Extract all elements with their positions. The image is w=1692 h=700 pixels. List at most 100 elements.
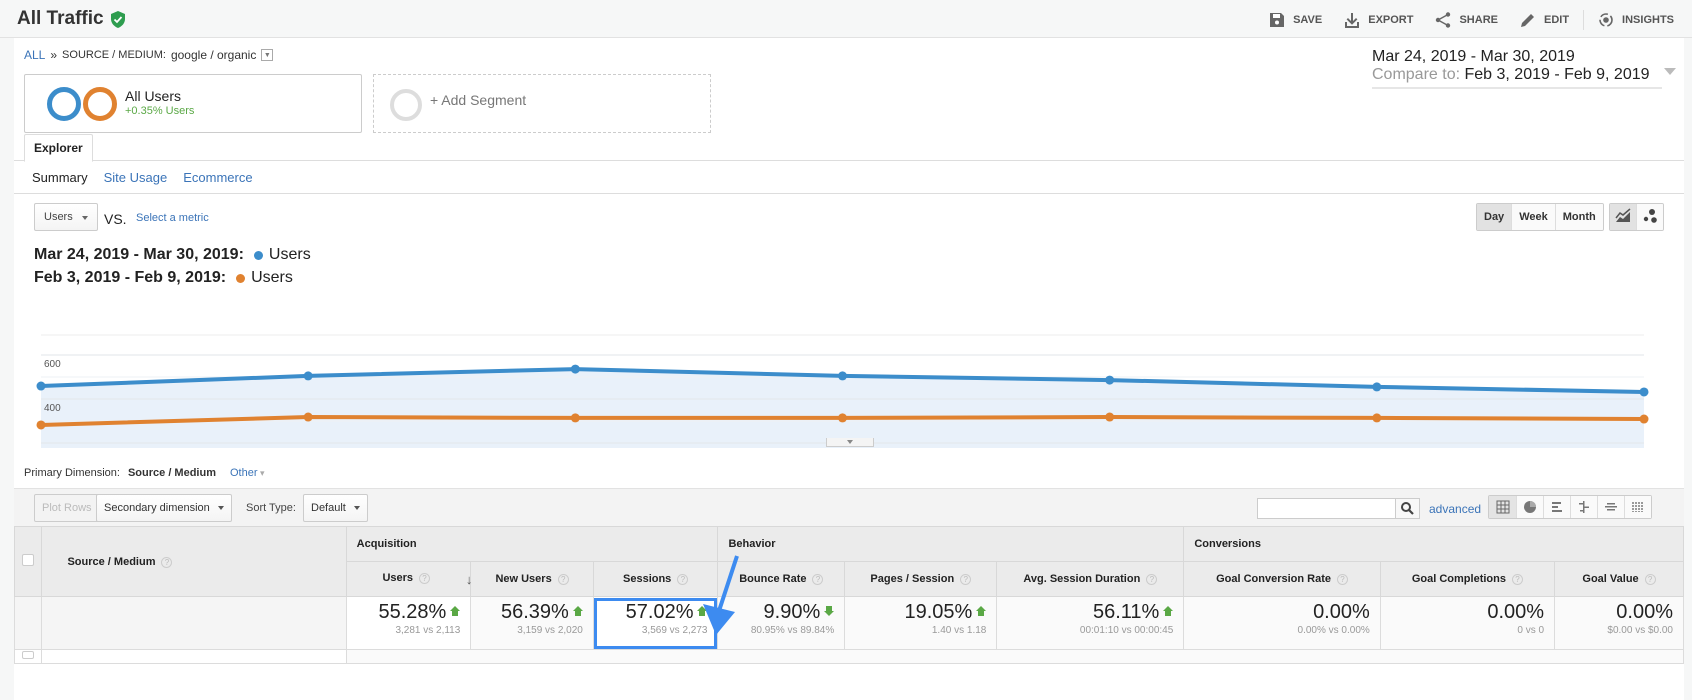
data-point xyxy=(1105,412,1115,422)
segment-all-users[interactable]: All Users +0.35% Users xyxy=(24,74,362,133)
chart-resize-handle[interactable] xyxy=(826,438,874,447)
table-view-switcher xyxy=(1488,495,1652,519)
row-dimension-cell xyxy=(41,649,347,664)
totals-percent-change: 56.11% xyxy=(1092,601,1174,624)
y-tick-label: 400 xyxy=(44,403,61,414)
report-header: All Traffic SAVE EXPORT SHARE EDIT INSIG… xyxy=(0,0,1692,38)
primary-dimension-source-medium[interactable]: Source / Medium xyxy=(128,467,216,479)
totals-value: 0.00% xyxy=(1616,601,1673,623)
column-header-new-users[interactable]: New Users? xyxy=(470,561,594,597)
granularity-month-button[interactable]: Month xyxy=(1554,204,1603,230)
select-metric-link[interactable]: Select a metric xyxy=(136,212,209,224)
totals-compare: 00:01:10 vs 00:00:45 xyxy=(1079,625,1174,636)
group-behavior: Behavior xyxy=(717,526,1185,562)
date-range-picker[interactable]: Mar 24, 2019 - Mar 30, 2019 Compare to: … xyxy=(1372,48,1676,89)
subtab-site-usage[interactable]: Site Usage xyxy=(104,170,168,185)
y-tick-label: 600 xyxy=(44,359,61,370)
totals-compare: 80.95% vs 89.84% xyxy=(750,625,835,636)
insights-button[interactable]: INSIGHTS xyxy=(1598,12,1674,28)
segment-ring-blue-icon xyxy=(47,87,81,121)
column-header-avg-session-duration[interactable]: Avg. Session Duration? xyxy=(996,561,1185,597)
help-icon[interactable]: ? xyxy=(812,574,824,585)
dimension-header-label: Source / Medium xyxy=(67,555,156,568)
breadcrumb-separator: » xyxy=(50,48,58,62)
column-header-users[interactable]: Users? ↓ xyxy=(345,561,473,597)
subtab-summary[interactable]: Summary xyxy=(32,170,88,185)
export-button[interactable]: EXPORT xyxy=(1344,12,1413,28)
primary-dimension-bar: Primary Dimension: Source / Medium Other xyxy=(24,467,265,479)
segment-name: All Users xyxy=(125,88,182,104)
table-totals-row: 55.28% 3,281 vs 2,113 56.39% 3,159 vs 2,020… xyxy=(13,596,1684,650)
sort-descending-icon[interactable]: ↓ xyxy=(466,572,473,587)
totals-compare: 3,569 vs 2,273 xyxy=(641,625,708,636)
row-checkbox[interactable] xyxy=(22,651,35,659)
totals-cell: 0.00% 0.00% vs 0.00% xyxy=(1183,596,1381,650)
help-icon[interactable]: ? xyxy=(1511,574,1523,585)
view-percentage-button[interactable] xyxy=(1516,496,1543,518)
totals-cell: 19.05% 1.40 vs 1.18 xyxy=(844,596,998,650)
granularity-week-button[interactable]: Week xyxy=(1511,204,1555,230)
row-metrics-cell xyxy=(345,649,1685,664)
granularity-day-button[interactable]: Day xyxy=(1477,204,1512,230)
pivot-icon xyxy=(1632,502,1643,512)
breadcrumb-dropdown-icon[interactable]: ▼ xyxy=(261,49,274,61)
column-header-label: New Users xyxy=(495,573,552,585)
share-button[interactable]: SHARE xyxy=(1435,12,1498,28)
users-line-chart[interactable]: 200400600...Mar 25Mar 26Mar 27Mar 28Mar … xyxy=(14,288,1684,448)
primary-dimension-other[interactable]: Other xyxy=(230,467,265,479)
column-header-goal-value[interactable]: Goal Value? xyxy=(1554,561,1684,597)
secondary-dimension-dropdown[interactable]: Secondary dimension xyxy=(96,494,232,522)
column-header-goal-conversion-rate[interactable]: Goal Conversion Rate? xyxy=(1183,561,1381,597)
help-icon[interactable]: ? xyxy=(161,556,173,568)
dimension-column-header[interactable]: Source / Medium? xyxy=(41,526,347,597)
help-icon[interactable]: ? xyxy=(960,574,972,585)
view-performance-button[interactable] xyxy=(1543,496,1570,518)
plot-rows-button[interactable]: Plot Rows xyxy=(34,494,100,522)
totals-percent-change: 57.02% xyxy=(626,601,708,624)
tab-explorer[interactable]: Explorer xyxy=(24,134,93,162)
metric-dropdown[interactable]: Users xyxy=(34,203,98,231)
help-icon[interactable]: ? xyxy=(677,574,689,585)
totals-percent-change: 0.00% xyxy=(1616,601,1673,624)
legend-orange-dot xyxy=(236,273,246,283)
table-search-input[interactable] xyxy=(1257,498,1409,519)
table-group-header-row: Source / Medium? Acquisition Behavior Co… xyxy=(13,526,1684,597)
edit-button[interactable]: EDIT xyxy=(1520,12,1569,28)
help-icon[interactable]: ? xyxy=(1146,574,1158,585)
verified-shield-icon xyxy=(110,10,125,28)
line-chart-button[interactable] xyxy=(1610,204,1636,230)
totals-value: 56.11% xyxy=(1092,601,1160,623)
column-header-sessions[interactable]: Sessions? xyxy=(592,561,719,597)
totals-compare: 3,159 vs 2,020 xyxy=(517,625,583,636)
view-data-button[interactable] xyxy=(1489,496,1516,518)
subtab-ecommerce[interactable]: Ecommerce xyxy=(183,170,252,185)
totals-value: 9.90% xyxy=(763,601,821,623)
help-icon[interactable]: ? xyxy=(1644,574,1656,585)
column-header-pages-session[interactable]: Pages / Session? xyxy=(844,561,998,597)
view-pivot-button[interactable] xyxy=(1624,496,1651,518)
table-search-button[interactable] xyxy=(1395,498,1420,519)
select-all-checkbox[interactable] xyxy=(22,554,35,566)
divider xyxy=(1583,10,1585,30)
data-point xyxy=(838,371,847,381)
chart-type-toggle xyxy=(1609,203,1664,231)
date-range-compare: Compare to: Feb 3, 2019 - Feb 9, 2019 xyxy=(1372,66,1662,84)
view-comparison-button[interactable] xyxy=(1570,496,1597,518)
column-header-goal-completions[interactable]: Goal Completions? xyxy=(1379,561,1556,597)
date-range-primary: Mar 24, 2019 - Mar 30, 2019 xyxy=(1372,48,1575,65)
column-header-label: Goal Value xyxy=(1582,573,1639,585)
sort-type-dropdown[interactable]: Default xyxy=(303,494,368,522)
column-header-bounce-rate[interactable]: Bounce Rate? xyxy=(717,561,846,597)
advanced-filter-link[interactable]: advanced xyxy=(1429,502,1481,516)
segment-delta: +0.35% Users xyxy=(125,105,195,117)
help-icon[interactable]: ? xyxy=(557,574,569,585)
breadcrumb-all-link[interactable]: ALL xyxy=(24,48,45,62)
view-term-cloud-button[interactable] xyxy=(1597,496,1624,518)
save-button[interactable]: SAVE xyxy=(1269,12,1322,28)
page-title-text: All Traffic xyxy=(17,8,104,29)
help-icon[interactable]: ? xyxy=(1337,574,1348,585)
motion-chart-button[interactable] xyxy=(1636,204,1663,230)
add-segment-button[interactable]: + Add Segment xyxy=(373,74,711,133)
help-icon[interactable]: ? xyxy=(419,572,431,584)
totals-value: 19.05% xyxy=(904,601,973,623)
